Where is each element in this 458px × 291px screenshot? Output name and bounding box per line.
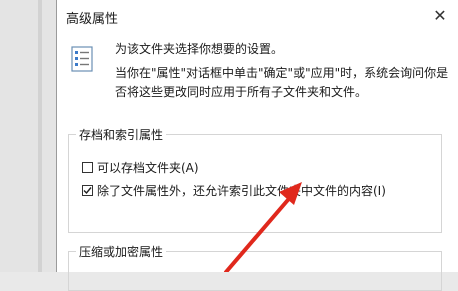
- archive-group-label: 存档和索引属性: [76, 126, 167, 143]
- close-icon: ✕: [433, 5, 447, 25]
- background-scrollbar: [38, 0, 42, 272]
- advanced-attributes-dialog: 高级属性 ✕ 为该文件夹选择你想要的设置。 当你在"属性"对话框中单击"确定"或…: [56, 0, 458, 291]
- compress-encrypt-group: 压缩或加密属性: [68, 243, 442, 291]
- archive-index-group: 存档和索引属性 可以存档文件夹(A) 除了文件属性外，还允许索引此文件夹中文件的…: [68, 126, 442, 233]
- title-bar: 高级属性 ✕: [57, 0, 458, 30]
- archive-option-row[interactable]: 可以存档文件夹(A): [82, 159, 199, 176]
- index-option-label: 除了文件属性外，还允许索引此文件夹中文件的内容(I): [97, 184, 386, 198]
- archive-option-label: 可以存档文件夹(A): [97, 161, 199, 175]
- description-secondary: 当你在"属性"对话框中单击"确定"或"应用"时，系统会询问你是否将这些更改同时应…: [115, 66, 449, 99]
- checkmark-icon: [83, 187, 92, 195]
- description-primary: 为该文件夹选择你想要的设置。: [115, 42, 284, 56]
- close-button[interactable]: ✕: [426, 3, 454, 27]
- compress-group-label: 压缩或加密属性: [76, 243, 167, 260]
- archive-checkbox[interactable]: [82, 162, 93, 173]
- dialog-title: 高级属性: [66, 12, 119, 27]
- index-checkbox[interactable]: [82, 185, 93, 196]
- background-window: [0, 0, 58, 272]
- settings-list-icon: [71, 46, 93, 72]
- index-option-row[interactable]: 除了文件属性外，还允许索引此文件夹中文件的内容(I): [82, 182, 386, 199]
